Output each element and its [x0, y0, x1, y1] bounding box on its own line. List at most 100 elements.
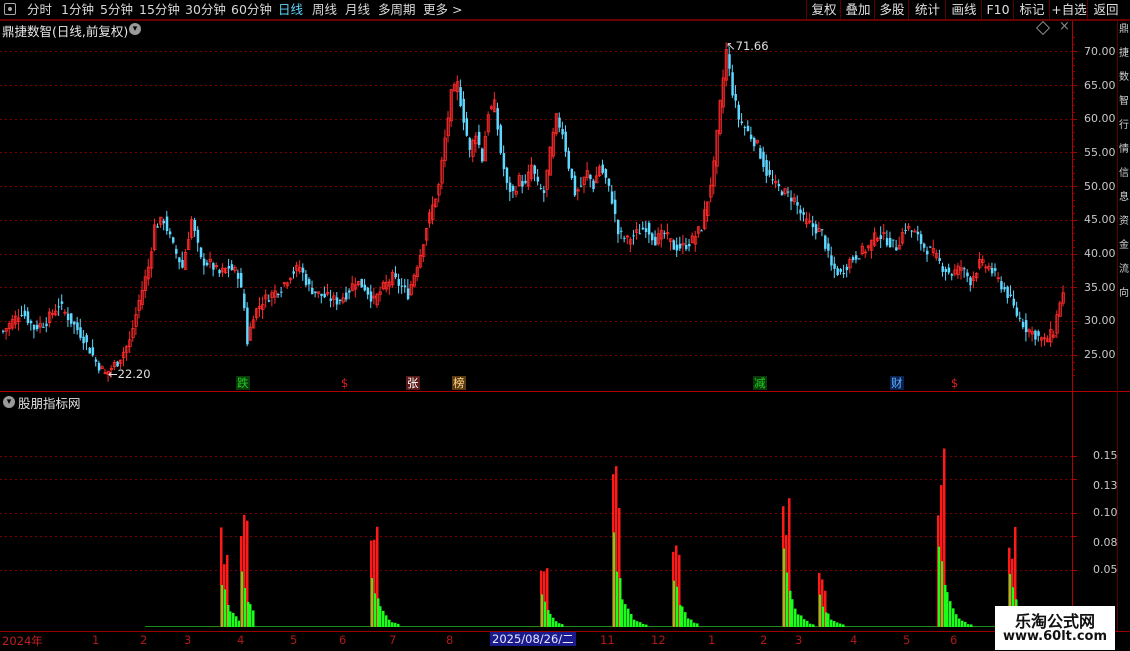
event-marker[interactable]: $: [340, 376, 350, 390]
candle-body: [193, 219, 197, 231]
candle-body: [926, 250, 929, 255]
candle-body: [1000, 281, 1003, 290]
candle-body: [638, 233, 642, 235]
date-cursor-label: 2025/08/26/二: [490, 632, 576, 646]
candle-body: [1037, 331, 1040, 336]
candle-body: [246, 307, 249, 345]
indicator-bar-green: [693, 622, 696, 627]
event-marker[interactable]: $: [950, 376, 960, 390]
candle-body: [947, 267, 951, 273]
indicator-bar-green: [690, 619, 693, 627]
candle-body: [941, 266, 944, 272]
candle-body: [802, 212, 805, 215]
price-axis-label: 45.00: [1084, 213, 1116, 226]
candle-body: [218, 270, 221, 274]
candle-body: [26, 311, 30, 324]
event-marker[interactable]: 榜: [452, 376, 466, 390]
candle-body: [827, 243, 830, 251]
candle-body: [2, 330, 5, 332]
candle-body: [1034, 330, 1037, 340]
candle-body: [42, 326, 45, 328]
candle-body: [824, 235, 827, 249]
indicator-bar-green: [961, 620, 964, 627]
candle-body: [888, 237, 892, 248]
side-strip-char: 向: [1119, 288, 1129, 299]
close-icon[interactable]: ×: [1059, 19, 1070, 34]
candle-body: [1003, 287, 1006, 290]
indicator-bar-green: [624, 604, 627, 627]
candle-body: [1009, 294, 1012, 296]
event-marker[interactable]: 财: [890, 376, 904, 390]
chart-canvas[interactable]: [0, 0, 1130, 650]
candle-body: [168, 231, 172, 235]
candle-body: [854, 255, 858, 260]
date-axis-month: 2: [140, 633, 148, 647]
candle-body: [922, 243, 926, 248]
price-axis-label: 25.00: [1084, 348, 1116, 361]
candle-body: [728, 54, 731, 69]
candle-body: [165, 216, 169, 231]
candle-body: [394, 273, 397, 278]
candle-body: [771, 179, 774, 181]
date-axis-month: 2: [760, 633, 768, 647]
indicator-axis-label: 0.15: [1093, 449, 1118, 462]
candle-body: [196, 229, 200, 243]
indicator-bar-green: [812, 624, 815, 627]
indicator-bar-green: [235, 616, 238, 627]
indicator-bar-green: [687, 618, 690, 627]
candle-body: [786, 191, 790, 193]
date-axis-month: 6: [339, 633, 347, 647]
candle-body: [320, 293, 323, 296]
indicator-bar-green: [946, 592, 949, 627]
candle-body: [749, 134, 753, 140]
date-axis-month: 5: [903, 633, 911, 647]
candle-body: [162, 220, 166, 224]
side-strip-char: 流: [1119, 264, 1129, 275]
candle-body: [836, 268, 839, 276]
candle-body: [740, 121, 744, 124]
event-marker[interactable]: 张: [406, 376, 420, 390]
candle-body: [66, 313, 70, 321]
indicator-bar-green: [391, 622, 394, 627]
title-dropdown-icon[interactable]: ▾: [129, 23, 141, 35]
candle-body: [239, 273, 243, 288]
indicator-title-text: 股朋指标网: [18, 396, 81, 411]
candle-body: [156, 226, 160, 228]
info-side-strip[interactable]: 鼎 捷 数 智 行 情 信 息 资 金 流 向: [1118, 20, 1130, 630]
candle-body: [1015, 307, 1019, 316]
indicator-bar-green: [681, 606, 684, 627]
indicator-bar-green: [830, 619, 833, 627]
indicator-bar-green: [630, 613, 633, 627]
candle-body: [533, 165, 537, 174]
side-strip-char: 情: [1119, 144, 1129, 155]
price-axis-label: 70.00: [1084, 45, 1116, 58]
event-marker[interactable]: 减: [753, 376, 767, 390]
candle-body: [851, 257, 855, 261]
candle-body: [672, 240, 676, 250]
candle-body: [345, 292, 348, 300]
candle-body: [620, 230, 623, 232]
candle-body: [301, 267, 305, 273]
candle-body: [363, 284, 367, 291]
candle-body: [202, 258, 206, 266]
candle-body: [944, 269, 948, 273]
indicator-bar-green: [794, 608, 797, 627]
price-axis-label: 40.00: [1084, 247, 1116, 260]
candle-body: [536, 176, 540, 182]
indicator-dropdown-icon[interactable]: ▾: [3, 396, 15, 408]
candle-body: [573, 175, 577, 196]
candle-body: [236, 272, 240, 279]
candle-body: [938, 258, 941, 261]
side-strip-char: 金: [1119, 240, 1129, 251]
price-grid: [0, 37, 1077, 376]
candle-body: [205, 262, 209, 266]
event-marker[interactable]: 跌: [236, 376, 250, 390]
candle-body: [35, 324, 39, 330]
indicator-bar-green: [949, 601, 952, 627]
date-axis-month: 12: [651, 633, 666, 647]
candle-body: [314, 291, 317, 294]
indicator-bar-green: [385, 615, 388, 627]
indicator-bar-green: [964, 621, 967, 627]
candle-body: [765, 160, 768, 176]
candle-body: [267, 300, 271, 302]
